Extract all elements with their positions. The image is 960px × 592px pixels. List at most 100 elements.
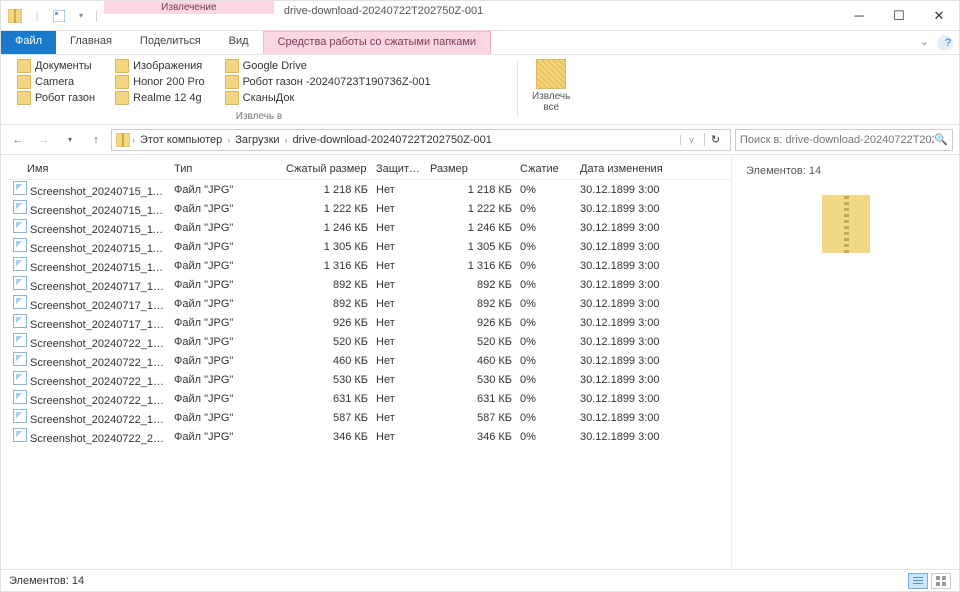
extract-to-group: Документы Camera Робот газон Изображения Hon… bbox=[9, 57, 509, 122]
image-file-icon bbox=[13, 276, 27, 290]
image-file-icon bbox=[13, 333, 27, 347]
image-file-icon bbox=[13, 314, 27, 328]
help-icon[interactable]: ? bbox=[937, 35, 953, 51]
col-prot[interactable]: Защита па... bbox=[372, 163, 426, 175]
extract-dest[interactable]: Honor 200 Pro bbox=[115, 75, 205, 89]
folder-icon bbox=[115, 59, 129, 73]
image-file-icon bbox=[13, 428, 27, 442]
search-input[interactable] bbox=[740, 134, 934, 146]
quick-access-toolbar: | ▾ | bbox=[1, 1, 104, 30]
column-headers[interactable]: Имя Тип Сжатый размер Защита па... Разме… bbox=[9, 159, 731, 180]
file-row[interactable]: Screenshot_20240722_131011_com...Файл "J… bbox=[9, 389, 731, 408]
extract-all-icon bbox=[536, 59, 566, 89]
file-row[interactable]: Screenshot_20240722_230428_com...Файл "J… bbox=[9, 427, 731, 446]
status-bar: Элементов: 14 bbox=[1, 569, 959, 591]
recent-dropdown[interactable]: ▾ bbox=[59, 129, 81, 151]
preview-summary: Элементов: 14 bbox=[746, 165, 821, 177]
col-size[interactable]: Размер bbox=[426, 163, 516, 175]
view-tab[interactable]: Вид bbox=[215, 31, 263, 54]
file-row[interactable]: Screenshot_20240722_131137_com...Файл "J… bbox=[9, 408, 731, 427]
file-row[interactable]: Screenshot_20240715_114409_com...Файл "J… bbox=[9, 180, 731, 199]
folder-icon bbox=[225, 91, 239, 105]
col-type[interactable]: Тип bbox=[170, 163, 282, 175]
contextual-tab-group: Извлечение bbox=[104, 1, 274, 30]
extract-dest[interactable]: Робот газон -20240723T190736Z-001 bbox=[225, 75, 431, 89]
breadcrumb[interactable]: › Этот компьютер› Загрузки› drive-downlo… bbox=[111, 129, 731, 151]
titlebar: | ▾ | Извлечение drive-download-20240722… bbox=[1, 1, 959, 31]
extract-dest[interactable]: Изображения bbox=[115, 59, 205, 73]
search-box[interactable]: 🔍 bbox=[735, 129, 953, 151]
context-group-label: Извлечение bbox=[104, 1, 274, 14]
zip-preview-icon bbox=[822, 195, 870, 253]
thumbnails-view-button[interactable] bbox=[931, 573, 951, 589]
image-file-icon bbox=[13, 295, 27, 309]
file-row[interactable]: Screenshot_20240717_141057_com...Файл "J… bbox=[9, 275, 731, 294]
crumb-0[interactable]: Этот компьютер bbox=[137, 134, 225, 146]
col-csize[interactable]: Сжатый размер bbox=[282, 163, 372, 175]
address-dropdown[interactable]: v bbox=[680, 135, 702, 145]
search-icon[interactable]: 🔍 bbox=[934, 133, 948, 146]
home-tab[interactable]: Главная bbox=[56, 31, 126, 54]
status-text: Элементов: 14 bbox=[9, 575, 84, 587]
extract-all-button[interactable]: Извлечь все bbox=[526, 57, 576, 122]
crumb-2[interactable]: drive-download-20240722T202750Z-001 bbox=[290, 134, 495, 146]
crumb-1[interactable]: Загрузки bbox=[232, 134, 282, 146]
forward-button[interactable]: → bbox=[33, 129, 55, 151]
folder-icon bbox=[17, 75, 31, 89]
image-file-icon bbox=[13, 200, 27, 214]
image-file-icon bbox=[13, 409, 27, 423]
ribbon-expand-icon[interactable]: ⌄ bbox=[912, 31, 937, 54]
col-name[interactable]: Имя bbox=[9, 163, 170, 175]
compressed-tools-tab[interactable]: Средства работы со сжатыми папками bbox=[263, 31, 491, 54]
image-file-icon bbox=[13, 238, 27, 252]
close-button[interactable]: ✕ bbox=[919, 1, 959, 30]
col-comp[interactable]: Сжатие bbox=[516, 163, 576, 175]
file-row[interactable]: Screenshot_20240715_114530_com...Файл "J… bbox=[9, 237, 731, 256]
group-label: Извлечь в bbox=[17, 111, 501, 122]
archive-icon bbox=[116, 133, 130, 147]
file-row[interactable]: Screenshot_20240715_114512_com...Файл "J… bbox=[9, 218, 731, 237]
ribbon: Документы Camera Робот газон Изображения Hon… bbox=[1, 55, 959, 125]
minimize-button[interactable]: ─ bbox=[839, 1, 879, 30]
image-file-icon bbox=[13, 219, 27, 233]
image-file-icon bbox=[13, 257, 27, 271]
file-row[interactable]: Screenshot_20240715_114455_com...Файл "J… bbox=[9, 199, 731, 218]
back-button[interactable]: ← bbox=[7, 129, 29, 151]
address-bar: ← → ▾ ↑ › Этот компьютер› Загрузки› driv… bbox=[1, 125, 959, 155]
properties-icon[interactable] bbox=[51, 8, 67, 24]
image-file-icon bbox=[13, 181, 27, 195]
extract-dest[interactable]: Camera bbox=[17, 75, 95, 89]
file-row[interactable]: Screenshot_20240717_141058_com...Файл "J… bbox=[9, 313, 731, 332]
file-list[interactable]: Имя Тип Сжатый размер Защита па... Разме… bbox=[1, 155, 731, 569]
window-title: drive-download-20240722T202750Z-001 bbox=[274, 1, 839, 30]
extract-dest[interactable]: Google Drive bbox=[225, 59, 431, 73]
share-tab[interactable]: Поделиться bbox=[126, 31, 215, 54]
file-row[interactable]: Screenshot_20240722_125902_com...Файл "J… bbox=[9, 332, 731, 351]
file-row[interactable]: Screenshot_20240717_141057_com...Файл "J… bbox=[9, 294, 731, 313]
up-button[interactable]: ↑ bbox=[85, 129, 107, 151]
refresh-button[interactable]: ↻ bbox=[704, 133, 726, 146]
file-row[interactable]: Screenshot_20240722_125908_com...Файл "J… bbox=[9, 351, 731, 370]
folder-icon bbox=[115, 75, 129, 89]
folder-icon bbox=[225, 59, 239, 73]
archive-icon bbox=[7, 8, 23, 24]
file-tab[interactable]: Файл bbox=[1, 31, 56, 54]
qat-sep: | bbox=[29, 8, 45, 24]
extract-dest[interactable]: Realme 12 4g bbox=[115, 91, 205, 105]
extract-dest[interactable]: Робот газон bbox=[17, 91, 95, 105]
qat-dropdown-icon[interactable]: ▾ bbox=[73, 8, 89, 24]
file-row[interactable]: Screenshot_20240715_114541_com...Файл "J… bbox=[9, 256, 731, 275]
folder-icon bbox=[115, 91, 129, 105]
details-view-button[interactable] bbox=[908, 573, 928, 589]
extract-dest[interactable]: Документы bbox=[17, 59, 95, 73]
folder-icon bbox=[225, 75, 239, 89]
ribbon-tabs: Файл Главная Поделиться Вид Средства раб… bbox=[1, 31, 959, 55]
folder-icon bbox=[17, 91, 31, 105]
extract-dest[interactable]: СканыДок bbox=[225, 91, 431, 105]
maximize-button[interactable]: ☐ bbox=[879, 1, 919, 30]
image-file-icon bbox=[13, 352, 27, 366]
folder-icon bbox=[17, 59, 31, 73]
file-row[interactable]: Screenshot_20240722_125919_com...Файл "J… bbox=[9, 370, 731, 389]
image-file-icon bbox=[13, 390, 27, 404]
col-date[interactable]: Дата изменения bbox=[576, 163, 686, 175]
